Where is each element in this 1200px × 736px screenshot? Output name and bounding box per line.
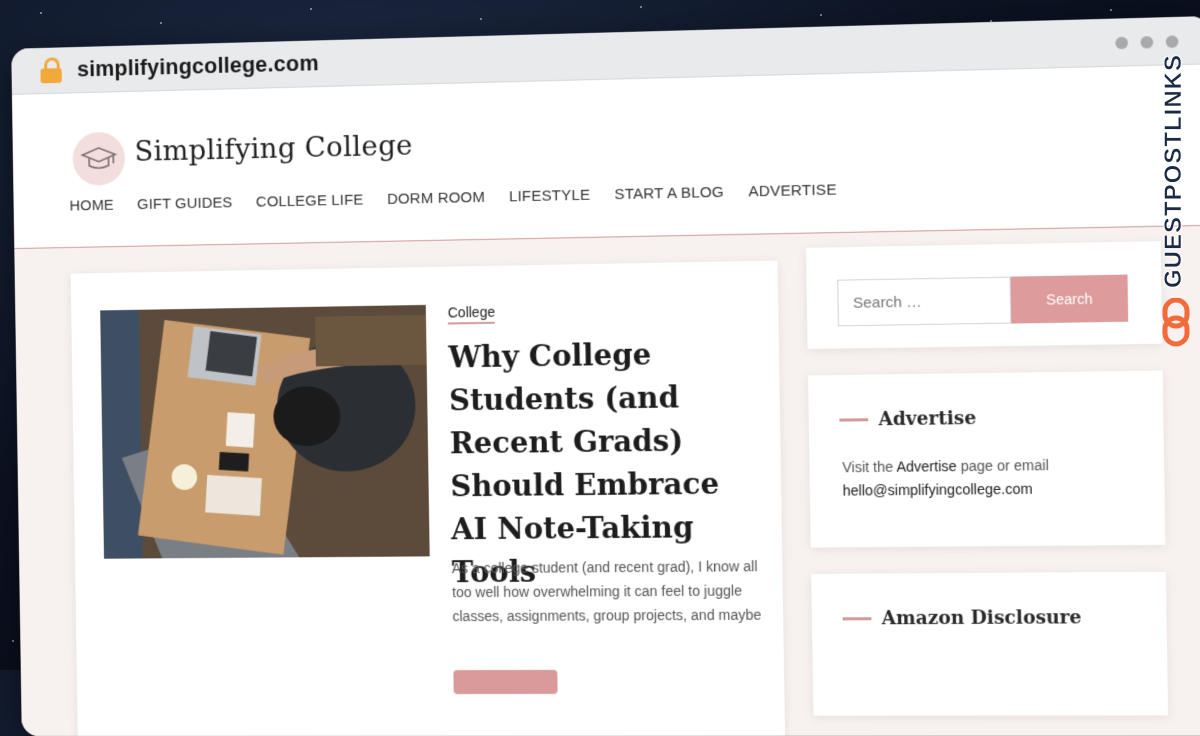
post-featured-image[interactable] (100, 304, 430, 559)
window-menu-dots[interactable] (1115, 35, 1179, 50)
advertise-email-link[interactable]: hello@simplifyingcollege.com (842, 481, 1032, 499)
student-laptop-photo (100, 304, 430, 559)
nav-item-college-life[interactable]: COLLEGE LIFE (256, 191, 364, 210)
search-widget: Search (805, 241, 1163, 350)
chain-link-icon (1162, 298, 1190, 347)
site-header: Simplifying College HOME GIFT GUIDES COL… (11, 64, 1200, 251)
search-input[interactable] (837, 276, 1012, 327)
advertise-widget: Advertise Visit the Advertise page or em… (808, 370, 1166, 548)
search-button[interactable]: Search (1010, 274, 1129, 324)
nav-item-start-a-blog[interactable]: START A BLOG (614, 184, 724, 203)
watermark-label: GUESTPOSTLINKS (1160, 53, 1188, 289)
read-more-button[interactable] (453, 669, 558, 695)
nav-item-dorm-room[interactable]: DORM ROOM (387, 189, 485, 208)
nav-item-gift-guides[interactable]: GIFT GUIDES (137, 194, 233, 213)
nav-item-lifestyle[interactable]: LIFESTYLE (509, 187, 590, 206)
main-nav: HOME GIFT GUIDES COLLEGE LIFE DORM ROOM … (69, 181, 837, 214)
post-excerpt: As a college student (and recent grad), … (451, 558, 762, 625)
advertise-page-link[interactable]: Advertise (896, 458, 957, 475)
dot-icon (1115, 36, 1129, 50)
post-category-link[interactable]: College (447, 303, 496, 325)
advertise-text-prefix: Visit the (842, 458, 897, 476)
lock-icon (40, 57, 62, 84)
heading-accent-bar (839, 418, 869, 422)
browser-window: simplifyingcollege.com Simplifying Colle… (11, 15, 1200, 736)
advertise-widget-text: Visit the Advertise page or email hello@s… (842, 453, 1144, 503)
dot-icon (1165, 35, 1179, 48)
amazon-disclosure-widget: Amazon Disclosure (811, 571, 1169, 716)
graduation-cap-icon (80, 144, 117, 174)
main-content: College Why College Students (and Recent… (14, 225, 1200, 736)
advertise-widget-title: Advertise (878, 407, 977, 431)
heading-accent-bar (842, 617, 872, 621)
site-logo[interactable] (72, 131, 126, 186)
dot-icon (1140, 36, 1154, 49)
advertise-text-suffix: page or email (956, 456, 1049, 475)
site-title[interactable]: Simplifying College (134, 129, 413, 168)
widget-heading: Advertise (839, 408, 976, 431)
url-text[interactable]: simplifyingcollege.com (77, 50, 319, 82)
widget-heading: Amazon Disclosure (842, 606, 1082, 630)
nav-item-advertise[interactable]: ADVERTISE (748, 181, 837, 200)
nav-item-home[interactable]: HOME (69, 197, 114, 215)
post-card: College Why College Students (and Recent… (70, 260, 786, 736)
guestpostlinks-watermark: GUESTPOSTLINKS (1158, 53, 1194, 356)
amazon-widget-title: Amazon Disclosure (881, 606, 1082, 630)
